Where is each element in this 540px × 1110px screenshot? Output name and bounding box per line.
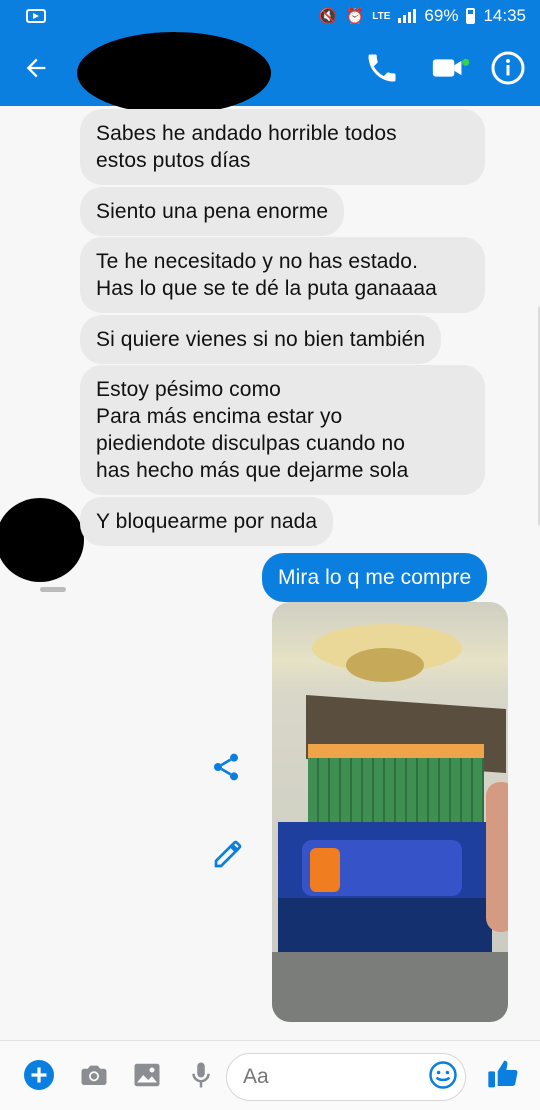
share-icon[interactable] xyxy=(210,751,242,783)
photo-lamp-rim xyxy=(346,648,424,682)
status-indicators: 🔇 ⏰ LTE 69% 14:35 xyxy=(319,6,526,26)
photo-hand xyxy=(486,782,508,932)
youtube-notification-icon xyxy=(26,9,46,23)
conversation-header xyxy=(0,32,540,114)
message-composer xyxy=(0,1040,540,1110)
emoji-icon[interactable] xyxy=(428,1060,458,1090)
photo-darts xyxy=(308,744,484,822)
avatar[interactable] xyxy=(0,498,84,582)
clock: 14:35 xyxy=(483,6,526,25)
photo-floor xyxy=(272,952,508,1022)
message-incoming[interactable]: Estoy pésimo como Para más encima estar … xyxy=(80,365,485,495)
microphone-icon[interactable] xyxy=(186,1060,216,1090)
phone-icon[interactable] xyxy=(364,50,400,86)
video-camera-icon[interactable] xyxy=(430,50,470,86)
message-list[interactable]: Sabes he andado horrible todos estos put… xyxy=(0,106,540,1040)
battery-percent: 69% xyxy=(424,6,459,25)
status-bar: 🔇 ⏰ LTE 69% 14:35 xyxy=(0,0,540,32)
alarm-icon: ⏰ xyxy=(345,7,365,25)
message-outgoing[interactable]: Mira lo q me compre xyxy=(262,553,488,602)
camera-icon[interactable] xyxy=(79,1060,109,1090)
gallery-icon[interactable] xyxy=(132,1060,162,1090)
add-icon[interactable] xyxy=(24,1060,54,1090)
like-thumb-icon[interactable] xyxy=(487,1058,519,1090)
info-icon[interactable] xyxy=(490,50,526,86)
back-arrow-icon[interactable] xyxy=(22,54,50,82)
network-type: LTE xyxy=(372,10,391,22)
photo-attachment[interactable] xyxy=(272,602,508,1022)
typing-indicator xyxy=(40,587,66,592)
message-incoming[interactable]: Y bloquearme por nada xyxy=(80,497,334,546)
contact-name-redacted[interactable] xyxy=(77,32,271,114)
battery-icon xyxy=(466,8,476,24)
edit-pencil-icon[interactable] xyxy=(212,838,244,870)
signal-icon xyxy=(398,9,417,23)
message-incoming[interactable]: Te he necesitado y no has estado. Has lo… xyxy=(80,237,485,313)
photo-box-label xyxy=(278,898,492,952)
scrollbar[interactable] xyxy=(535,306,540,526)
mute-icon: 🔇 xyxy=(318,7,338,25)
message-incoming[interactable]: Siento una pena enorme xyxy=(80,187,345,236)
photo-blaster-accent xyxy=(310,848,340,892)
message-incoming[interactable]: Sabes he andado horrible todos estos put… xyxy=(80,109,485,185)
message-incoming[interactable]: Si quiere vienes si no bien también xyxy=(80,315,442,364)
